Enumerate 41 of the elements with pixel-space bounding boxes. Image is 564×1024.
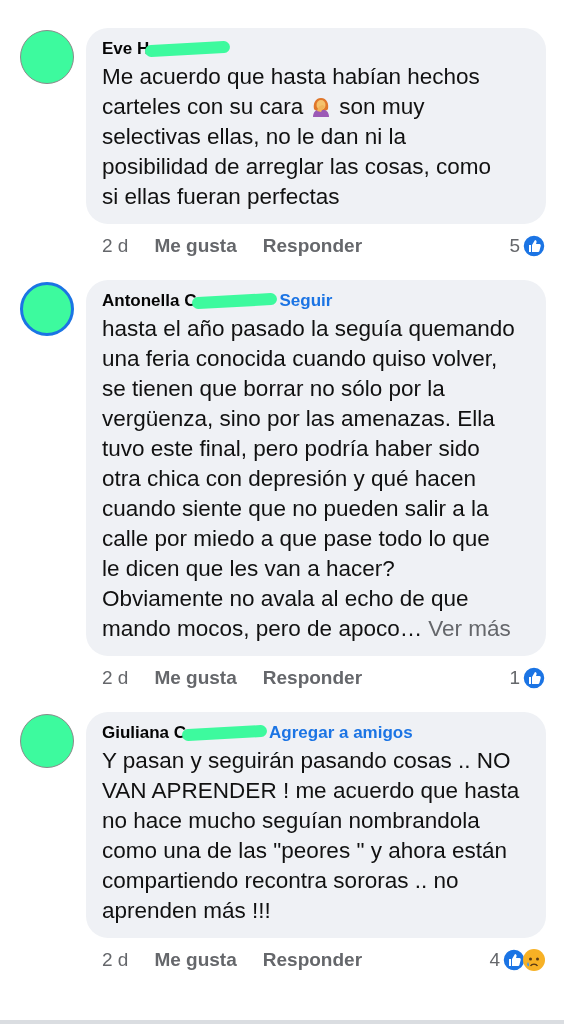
comment-text: mando mocos, pero de apoco… xyxy=(102,615,423,643)
comment-text: selectivas ellas, no le dan ni la xyxy=(102,123,406,151)
comment-text: hasta el año pasado la seguía quemando xyxy=(102,315,515,343)
like-link[interactable]: Me gusta xyxy=(154,667,237,689)
comment-text: otra chica con depresión y qué hacen xyxy=(102,465,476,493)
reaction-count: 1 xyxy=(509,667,520,689)
timestamp: 2 d xyxy=(102,235,129,257)
comment-text: calle por miedo a que pase todo lo que xyxy=(102,525,490,553)
avatar[interactable] xyxy=(20,30,74,84)
timestamp: 2 d xyxy=(102,667,129,689)
avatar[interactable] xyxy=(20,714,74,768)
comment-text: posibilidad de arreglar las cosas, como xyxy=(102,153,491,181)
action-link[interactable]: Seguir xyxy=(279,290,333,312)
comment-text: aprenden más !!! xyxy=(102,897,271,925)
comment-text: una feria conocida cuando quiso volver, xyxy=(102,345,498,373)
reply-link[interactable]: Responder xyxy=(262,949,363,971)
comment-text: Obviamente no avala al echo de que xyxy=(102,585,469,613)
reply-link[interactable]: Responder xyxy=(262,667,363,689)
avatar[interactable] xyxy=(20,282,74,336)
like-link[interactable]: Me gusta xyxy=(154,235,237,257)
comment-text: vergüenza, sino por las amenazas. Ella xyxy=(102,405,495,433)
comment-text: le dicen que les van a hacer? xyxy=(102,555,395,583)
comment-text: compartiendo recontra sororas .. no xyxy=(102,867,459,895)
comment-text: Me acuerdo que hasta habían hechos xyxy=(102,63,480,91)
comment-text: Y pasan y seguirán pasando cosas .. NO xyxy=(102,747,511,775)
comment-text: son muy xyxy=(339,93,425,121)
timestamp: 2 d xyxy=(102,949,129,971)
reply-link[interactable]: Responder xyxy=(262,235,363,257)
comment-text: se tienen que borrar no sólo por la xyxy=(102,375,445,403)
reaction-count: 4 xyxy=(489,949,500,971)
action-link[interactable]: Agregar a amigos xyxy=(269,722,413,744)
comment-text: carteles con su cara xyxy=(102,93,304,121)
reaction-count: 5 xyxy=(509,235,520,257)
comment-text: VAN APRENDER ! me acuerdo que hasta xyxy=(102,777,520,805)
comment-text: cuando siente que no pueden salir a la xyxy=(102,495,489,523)
like-link[interactable]: Me gusta xyxy=(154,949,237,971)
comment-text: no hace mucho seguían nombrandola xyxy=(102,807,480,835)
comment-text: si ellas fueran perfectas xyxy=(102,183,340,211)
comment-text: como una de las "peores " y ahora están xyxy=(102,837,507,865)
see-more-link[interactable]: Ver más xyxy=(428,614,511,644)
comment-text: tuvo este final, pero podría haber sido xyxy=(102,435,480,463)
